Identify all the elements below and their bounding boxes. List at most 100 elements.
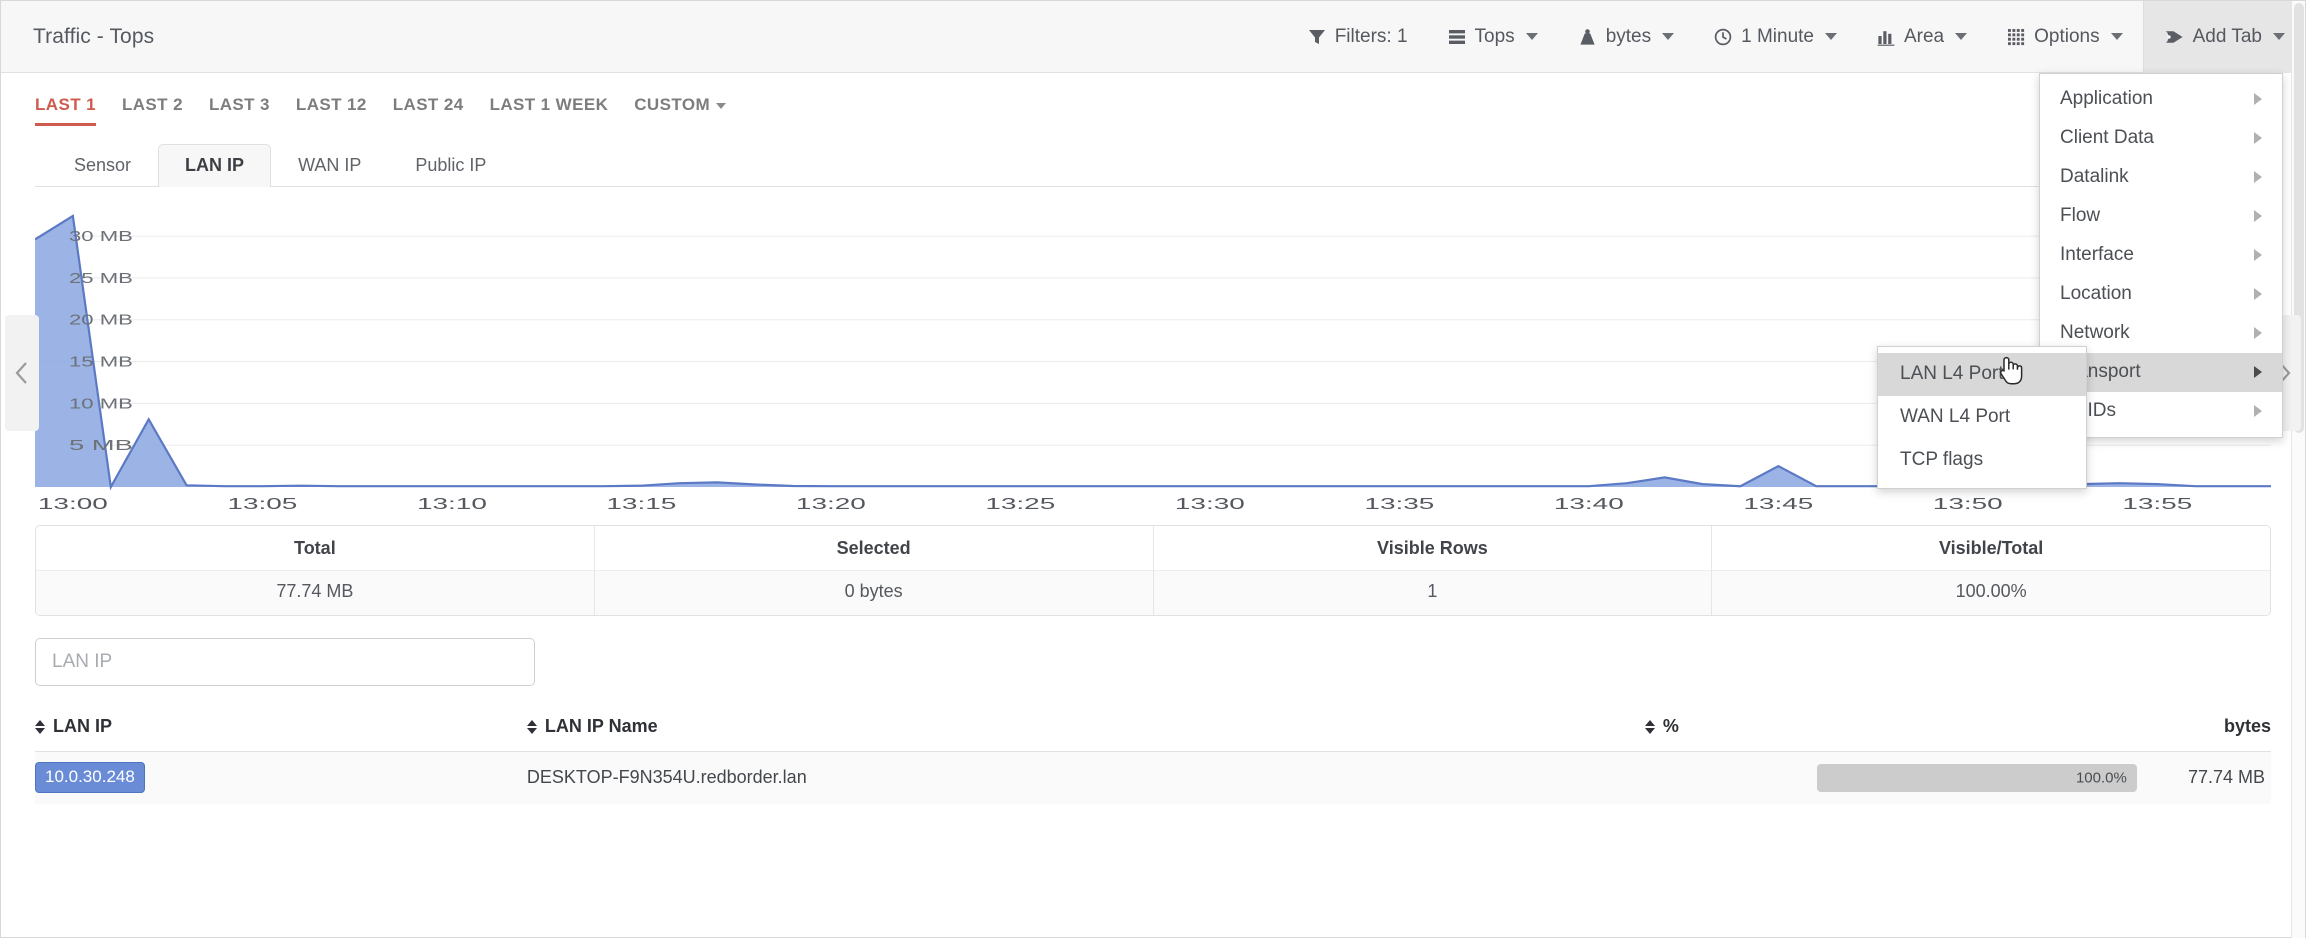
period-last-2[interactable]: LAST 2	[122, 95, 183, 123]
summary-cell-visible-total: Visible/Total 100.00%	[1712, 526, 2270, 615]
toolbar-bytes-label: bytes	[1605, 25, 1652, 47]
toolbar-tops-button[interactable]: Tops	[1428, 1, 1558, 73]
chevron-down-icon	[1662, 33, 1675, 40]
search-row	[35, 638, 2271, 686]
tab-sensor[interactable]: Sensor	[47, 144, 158, 187]
menu-item-datalink[interactable]: Datalink	[2040, 158, 2282, 197]
results-table: LAN IP LAN IP Name% bytes 10.0.30.248 DESKT…	[35, 708, 2271, 804]
chevron-down-icon	[716, 102, 727, 109]
period-selector: LAST 1 LAST 2 LAST 3 LAST 12 LAST 24 LAST 1 W…	[1, 73, 2305, 129]
menu-item-application[interactable]: Application	[2040, 80, 2282, 119]
clock-icon	[1714, 28, 1732, 46]
app-header: Traffic - Tops Filters: 1 Tops bytes 1 Minu…	[1, 0, 2305, 73]
chevron-down-icon	[2273, 33, 2285, 40]
summary-label: Selected	[594, 526, 1153, 570]
toolbar-options-label: Options	[2034, 25, 2100, 47]
chevron-right-icon	[2254, 327, 2262, 339]
toolbar-filters-button[interactable]: Filters: 1	[1288, 1, 1428, 73]
chart-x-axis: 13:00 13:05 13:10 13:15 13:20 13:25 13:30 13:35…	[35, 493, 2271, 513]
toolbar-bytes-button[interactable]: bytes	[1558, 1, 1694, 73]
tab-wan-ip[interactable]: WAN IP	[271, 144, 388, 187]
period-last-1-week[interactable]: LAST 1 WEEK	[490, 95, 609, 123]
x-tick-label: 13:40	[1554, 496, 1624, 513]
table-body: 10.0.30.248 DESKTOP-F9N354U.redborder.lan…	[35, 751, 2271, 804]
chevron-right-icon	[2254, 366, 2262, 378]
submenu-item-lan-l4-port[interactable]: LAN L4 Port	[1878, 353, 2086, 396]
submenu-item-tcp-flags[interactable]: TCP flags	[1878, 439, 2086, 482]
column-header-[interactable]: %	[1644, 708, 2137, 752]
period-custom[interactable]: CUSTOM	[634, 95, 727, 123]
summary-cell-selected: Selected 0 bytes	[594, 526, 1154, 615]
toolbar-filters-label: Filters: 1	[1334, 25, 1408, 47]
cell-bytes: 77.74 MB	[2136, 751, 2271, 804]
menu-item-label: Interface	[2060, 244, 2134, 265]
chart-prev-button[interactable]	[5, 315, 39, 431]
tag-icon	[2164, 28, 2184, 46]
summary-value: 0 bytes	[594, 570, 1153, 615]
menu-item-client-data[interactable]: Client Data	[2040, 119, 2282, 158]
chevron-left-icon	[15, 362, 27, 384]
toolbar-charttype-label: Area	[1903, 25, 1945, 47]
transport-submenu[interactable]: LAN L4 Port WAN L4 Port TCP flags	[1877, 346, 2087, 489]
tab-lan-ip[interactable]: LAN IP	[158, 144, 272, 187]
menu-item-label: Datalink	[2060, 166, 2129, 187]
period-last-1[interactable]: LAST 1	[35, 95, 96, 126]
cell-lan-ip[interactable]: 10.0.30.248	[35, 751, 527, 804]
chevron-right-icon	[2254, 405, 2262, 417]
summary-value: 1	[1153, 570, 1712, 615]
toolbar-tops-label: Tops	[1474, 25, 1515, 47]
grid-icon	[2007, 28, 2025, 46]
menu-item-location[interactable]: Location	[2040, 275, 2282, 314]
chevron-down-icon	[1824, 33, 1837, 40]
menu-item-label: Flow	[2060, 205, 2101, 226]
menu-item-interface[interactable]: Interface	[2040, 236, 2282, 275]
period-label: LAST 2	[121, 95, 183, 114]
table-row[interactable]: 10.0.30.248 DESKTOP-F9N354U.redborder.lan…	[35, 751, 2271, 804]
column-header-label: bytes	[2223, 716, 2271, 736]
submenu-item-wan-l4-port[interactable]: WAN L4 Port	[1878, 396, 2086, 439]
lan-ip-name-text: DESKTOP-F9N354U.redborder.lan	[526, 767, 807, 787]
summary-value: 100.00%	[1712, 570, 2270, 615]
x-tick-label: 13:25	[985, 496, 1055, 513]
chevron-down-icon	[1955, 33, 1968, 40]
menu-item-label: Client Data	[2060, 127, 2154, 148]
menu-item-label: LAN L4 Port	[1900, 363, 2004, 384]
summary-cell-total: Total 77.74 MB	[36, 526, 595, 615]
column-header-lan-ip-name[interactable]: LAN IP Name	[526, 708, 1645, 752]
summary-cell-visible-rows: Visible Rows 1	[1153, 526, 1713, 615]
column-header-label: LAN IP Name	[544, 716, 658, 736]
x-tick-label: 13:55	[2122, 496, 2192, 513]
toolbar-charttype-button[interactable]: Area	[1857, 1, 1987, 73]
tab-public-ip[interactable]: Public IP	[388, 144, 513, 187]
period-label: CUSTOM	[634, 95, 711, 114]
entity-tabs: Sensor LAN IP WAN IP Public IP	[35, 143, 2271, 187]
chevron-right-icon	[2254, 132, 2262, 144]
period-label: LAST 12	[295, 95, 367, 114]
period-last-3[interactable]: LAST 3	[209, 95, 270, 123]
x-tick-label: 13:15	[606, 496, 676, 513]
summary-label: Visible/Total	[1712, 526, 2270, 570]
summary-label: Total	[36, 526, 594, 570]
x-tick-label: 13:35	[1364, 496, 1434, 513]
menu-item-flow[interactable]: Flow	[2040, 197, 2282, 236]
table-head: LAN IP LAN IP Name% bytes	[35, 708, 2271, 752]
lan-ip-chip[interactable]: 10.0.30.248	[35, 762, 145, 793]
table-header-row: LAN IP LAN IP Name% bytes	[35, 708, 2271, 752]
period-last-12[interactable]: LAST 12	[296, 95, 367, 123]
toolbar-interval-button[interactable]: 1 Minute	[1694, 1, 1857, 73]
period-last-24[interactable]: LAST 24	[393, 95, 464, 123]
x-tick-label: 13:45	[1743, 496, 1813, 513]
x-tick-label: 13:05	[227, 496, 297, 513]
x-tick-label: 13:10	[417, 496, 487, 513]
summary-stats: Total 77.74 MB Selected 0 bytes Visible Rows…	[35, 525, 2271, 616]
summary-label: Visible Rows	[1153, 526, 1712, 570]
menu-item-label: WAN L4 Port	[1900, 406, 2011, 427]
page-scrollbar[interactable]	[2291, 1, 2305, 938]
toolbar-options-button[interactable]: Options	[1987, 1, 2142, 73]
sort-arrows-icon	[1644, 719, 1655, 734]
period-label: LAST 1 WEEK	[489, 95, 609, 114]
column-header-lan-ip[interactable]: LAN IP	[35, 708, 527, 752]
search-input[interactable]	[35, 638, 535, 686]
toolbar-addtab-button[interactable]: Add Tab	[2142, 0, 2305, 73]
x-tick-label: 13:30	[1175, 496, 1245, 513]
